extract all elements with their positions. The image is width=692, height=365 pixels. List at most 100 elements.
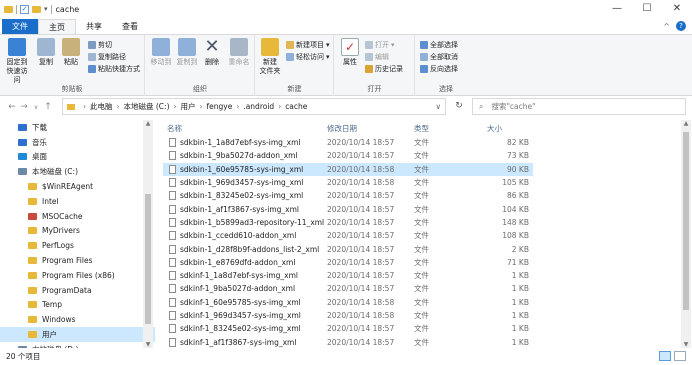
sidebar-item[interactable]: 桌面 xyxy=(0,150,155,165)
chevron-right-icon[interactable]: › xyxy=(83,102,86,111)
sidebar-item[interactable]: Program Files (x86) xyxy=(0,268,155,283)
rename-button[interactable]: 重命名 xyxy=(226,38,252,67)
invert-selection-button[interactable]: 反向选择 xyxy=(420,64,458,74)
breadcrumb-c-drive[interactable]: 本地磁盘 (C:) xyxy=(124,101,170,112)
cut-button[interactable]: 剪切 xyxy=(88,40,112,50)
chevron-down-icon[interactable]: ▾ xyxy=(44,5,48,13)
paste-button[interactable]: 粘贴 xyxy=(60,38,82,67)
pin-button[interactable]: 固定到 快速访问 xyxy=(4,38,30,85)
select-all-button[interactable]: 全部选择 xyxy=(420,40,458,50)
search-box[interactable]: ⌕ 搜索"cache" xyxy=(472,98,686,115)
file-row[interactable]: sdkbin-1_1a8d7ebf-sys-img_xml 2020/10/14 … xyxy=(163,136,678,149)
properties-button[interactable]: ✓ 属性 xyxy=(339,38,361,67)
chevron-right-icon[interactable]: › xyxy=(174,102,177,111)
large-icons-view-icon[interactable] xyxy=(674,351,686,361)
chevron-right-icon[interactable]: › xyxy=(117,102,120,111)
move-to-button[interactable]: 移动到 xyxy=(150,38,172,67)
file-name: sdkbin-1_e8769dfd-addon_xml xyxy=(180,257,296,267)
chevron-down-icon[interactable]: ∨ xyxy=(436,102,442,111)
tab-view[interactable]: 查看 xyxy=(112,19,148,34)
tab-home[interactable]: 主页 xyxy=(38,19,76,34)
sidebar-item[interactable]: $WinREAgent xyxy=(0,179,155,194)
breadcrumb-android[interactable]: .android xyxy=(243,102,274,111)
download-icon xyxy=(18,123,27,131)
column-header-name[interactable]: 名称 xyxy=(167,123,325,134)
scrollbar-thumb[interactable] xyxy=(683,132,689,310)
history-button[interactable]: 历史记录 xyxy=(365,64,403,74)
chevron-right-icon[interactable]: › xyxy=(236,102,239,111)
forward-arrow-icon[interactable]: → xyxy=(18,102,30,112)
file-row[interactable]: sdkbin-1_af1f3867-sys-img_xml 2020/10/14 … xyxy=(163,202,678,215)
scroll-down-icon[interactable]: ▼ xyxy=(143,341,153,348)
help-icon[interactable]: ? xyxy=(676,21,686,31)
sidebar-item[interactable]: MSOCache xyxy=(0,209,155,224)
file-row[interactable]: sdkbin-1_83245e02-sys-img_xml 2020/10/14 … xyxy=(163,189,678,202)
maximize-button[interactable]: ☐ xyxy=(632,0,662,18)
sidebar-item[interactable]: Temp xyxy=(0,298,155,313)
chevron-up-icon[interactable]: ^ xyxy=(663,22,670,31)
sidebar-item[interactable]: Intel xyxy=(0,194,155,209)
checkbox-icon[interactable]: ✓ xyxy=(20,4,29,14)
sidebar-item[interactable]: PerfLogs xyxy=(0,238,155,253)
new-folder-button[interactable]: 新建 文件夹 xyxy=(258,38,282,76)
list-scrollbar[interactable]: ▲ ▼ xyxy=(681,120,691,348)
sidebar-item[interactable]: ProgramData xyxy=(0,283,155,298)
tab-share[interactable]: 共享 xyxy=(76,19,112,34)
sidebar-item[interactable]: Windows xyxy=(0,312,155,327)
back-arrow-icon[interactable]: ← xyxy=(6,102,18,112)
copy-path-button[interactable]: 复制路径 xyxy=(88,52,126,62)
new-item-button[interactable]: 新建项目 ▾ xyxy=(286,40,330,50)
sidebar-item[interactable]: 本地磁盘 (C:) xyxy=(0,164,155,179)
file-row[interactable]: sdkbin-1_d28f8b9f-addons_list-2_xml 2020/… xyxy=(163,242,678,255)
sidebar-item[interactable]: 用户 xyxy=(0,327,155,342)
file-name: sdkbin-1_83245e02-sys-img_xml xyxy=(180,191,304,201)
copy-to-button[interactable]: 复制到 xyxy=(176,38,198,67)
sidebar-item[interactable]: Program Files xyxy=(0,253,155,268)
breadcrumb-cache[interactable]: cache xyxy=(285,102,307,111)
file-row[interactable]: sdkinf-1_60e95785-sys-img_xml 2020/10/14 … xyxy=(163,296,678,309)
copy-button[interactable]: 复制 xyxy=(36,38,56,67)
edit-button[interactable]: 编辑 xyxy=(365,52,389,62)
tab-file[interactable]: 文件 xyxy=(2,19,38,34)
breadcrumb-users[interactable]: 用户 xyxy=(181,101,196,112)
scroll-up-icon[interactable]: ▲ xyxy=(681,120,691,127)
sidebar-item[interactable]: 音乐 xyxy=(0,135,155,150)
address-bar[interactable]: › 此电脑 › 本地磁盘 (C:) › 用户 › fengye › .andro… xyxy=(62,98,446,115)
file-row[interactable]: sdkbin-1_60e95785-sys-img_xml 2020/10/14 … xyxy=(163,162,533,176)
column-header-type[interactable]: 类型 xyxy=(414,123,484,134)
file-row[interactable]: sdkinf-1_969d3457-sys-img_xml 2020/10/14 … xyxy=(163,309,678,322)
file-row[interactable]: sdkinf-1_9ba5027d-addon_xml 2020/10/14 18… xyxy=(163,282,678,295)
file-row[interactable]: sdkinf-1_83245e02-sys-img_xml 2020/10/14 … xyxy=(163,322,678,335)
delete-button[interactable]: ✕ 删除 xyxy=(202,38,222,67)
minimize-button[interactable]: — xyxy=(602,0,632,18)
sidebar-item[interactable]: 下载 xyxy=(0,120,155,135)
file-row[interactable]: sdkbin-1_b5899ad3-repository-11_xml 2020/… xyxy=(163,216,678,229)
new-folder-icon[interactable] xyxy=(32,5,41,13)
breadcrumb-this-pc[interactable]: 此电脑 xyxy=(90,101,113,112)
file-row[interactable]: sdkinf-1_1a8d7ebf-sys-img_xml 2020/10/14 … xyxy=(163,269,678,282)
open-button[interactable]: 打开 ▾ xyxy=(365,40,395,50)
refresh-icon[interactable]: ↻ xyxy=(450,98,468,115)
chevron-right-icon[interactable]: › xyxy=(200,102,203,111)
close-button[interactable]: ✕ xyxy=(662,0,692,18)
file-row[interactable]: sdkbin-1_969d3457-sys-img_xml 2020/10/14 … xyxy=(163,176,678,189)
file-row[interactable]: sdkbin-1_ccedd610-addon_xml 2020/10/14 18… xyxy=(163,229,678,242)
sidebar-scrollbar[interactable]: ▲ ▼ xyxy=(143,120,153,348)
chevron-right-icon[interactable]: › xyxy=(278,102,281,111)
details-view-icon[interactable] xyxy=(659,351,671,361)
breadcrumb-fengye[interactable]: fengye xyxy=(207,102,233,111)
sidebar-item[interactable]: MyDrivers xyxy=(0,224,155,239)
file-row[interactable]: sdkinf-1_af1f3867-sys-img_xml 2020/10/14 … xyxy=(163,335,678,348)
scroll-up-icon[interactable]: ▲ xyxy=(143,120,153,127)
scroll-down-icon[interactable]: ▼ xyxy=(681,341,691,348)
file-row[interactable]: sdkbin-1_9ba5027d-addon_xml 2020/10/14 18… xyxy=(163,149,678,162)
paste-shortcut-button[interactable]: 粘贴快捷方式 xyxy=(88,64,140,74)
easy-access-button[interactable]: 轻松访问 ▾ xyxy=(286,52,330,62)
chevron-down-icon[interactable]: ∨ xyxy=(30,104,42,111)
up-arrow-icon[interactable]: ↑ xyxy=(42,102,54,112)
column-header-date[interactable]: 修改日期 xyxy=(327,123,413,134)
scrollbar-thumb[interactable] xyxy=(145,194,151,324)
file-row[interactable]: sdkbin-1_e8769dfd-addon_xml 2020/10/14 18… xyxy=(163,256,678,269)
column-header-size[interactable]: 大小 xyxy=(487,123,529,134)
select-none-button[interactable]: 全部取消 xyxy=(420,52,458,62)
